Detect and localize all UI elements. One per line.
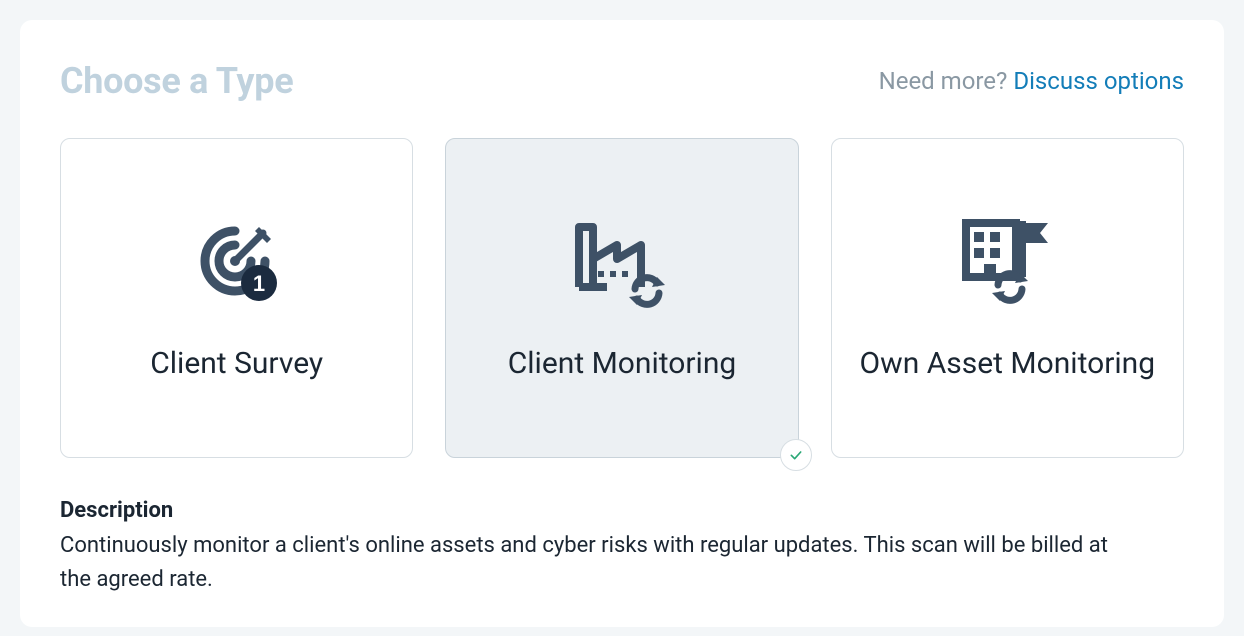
factory-refresh-icon	[567, 213, 677, 313]
card-label: Own Asset Monitoring	[860, 345, 1156, 383]
panel-header: Choose a Type Need more? Discuss options	[60, 60, 1184, 102]
description-section: Description Continuously monitor a clien…	[60, 498, 1184, 597]
page-title: Choose a Type	[60, 60, 293, 102]
type-cards-row: 1 Client Survey	[60, 138, 1184, 458]
target-icon: 1	[189, 213, 285, 313]
discuss-options-link[interactable]: Discuss options	[1013, 67, 1184, 95]
building-flag-refresh-icon	[952, 213, 1062, 313]
description-text: Continuously monitor a client's online a…	[60, 529, 1140, 597]
type-selection-panel: Choose a Type Need more? Discuss options…	[20, 20, 1224, 627]
type-card-client-monitoring[interactable]: Client Monitoring	[445, 138, 798, 458]
type-card-client-survey[interactable]: 1 Client Survey	[60, 138, 413, 458]
help-prefix: Need more?	[879, 67, 1014, 95]
description-heading: Description	[60, 498, 1184, 523]
card-label: Client Monitoring	[508, 345, 737, 383]
badge-number: 1	[253, 271, 265, 296]
type-card-own-asset-monitoring[interactable]: Own Asset Monitoring	[831, 138, 1184, 458]
card-label: Client Survey	[150, 345, 323, 383]
selected-check-icon	[780, 439, 812, 471]
help-text: Need more? Discuss options	[879, 67, 1184, 95]
